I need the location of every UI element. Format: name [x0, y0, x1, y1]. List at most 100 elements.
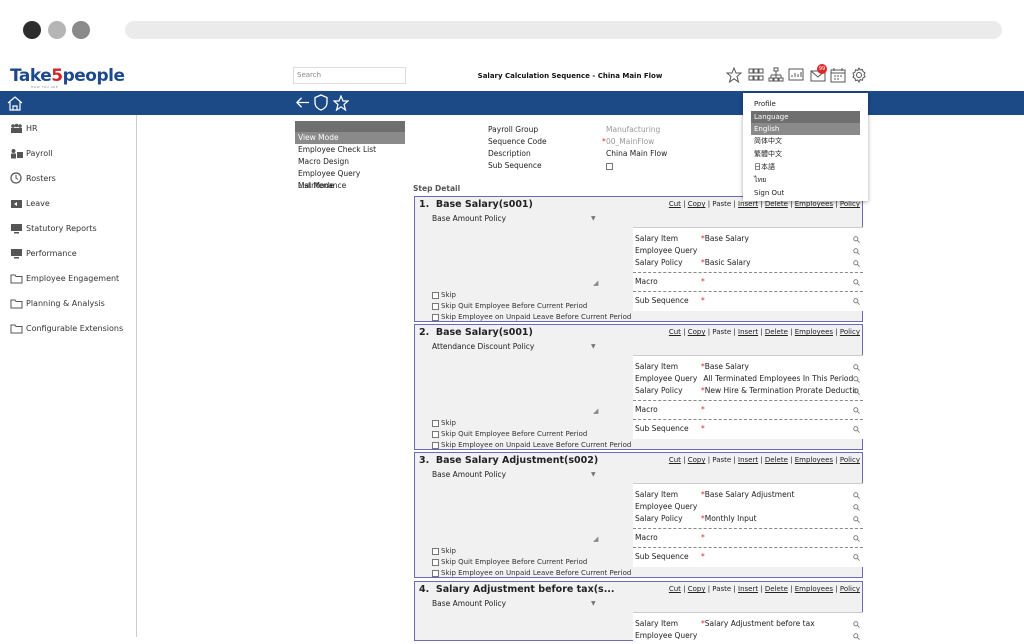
search-icon[interactable] [853, 387, 860, 399]
skip-checkbox[interactable]: Skip [432, 418, 631, 429]
menu-item-sign-out[interactable]: Sign Out [751, 187, 860, 199]
step-link-cut[interactable]: Cut [669, 200, 681, 208]
step-link-employees[interactable]: Employees [795, 200, 833, 208]
search-icon[interactable] [853, 406, 860, 418]
step-link-policy[interactable]: Policy [840, 585, 860, 593]
resize-handle-icon[interactable]: ◢ [593, 535, 598, 543]
salary-item-value[interactable]: Base Salary [705, 234, 749, 243]
menu-item-employee-query-maintenance[interactable]: Employee Query Maintenance [295, 168, 405, 190]
step-link-delete[interactable]: Delete [765, 200, 788, 208]
menu-item-traditional-chinese[interactable]: 繁體中文 [751, 148, 860, 160]
step-link-delete[interactable]: Delete [765, 456, 788, 464]
search-icon[interactable] [853, 515, 860, 527]
policy-select[interactable]: Base Amount Policy [432, 214, 506, 223]
favorite-star-icon[interactable] [333, 95, 349, 111]
sidebar-item-leave[interactable]: Leave [10, 196, 50, 210]
search-icon[interactable] [853, 553, 860, 565]
sidebar-item-planning-analysis[interactable]: Planning & Analysis [10, 296, 105, 310]
skip-unpaid-checkbox[interactable]: Skip Employee on Unpaid Leave Before Cur… [432, 312, 631, 323]
salary-policy-value[interactable]: Monthly Input [705, 514, 757, 523]
salary-policy-value[interactable]: Basic Salary [705, 258, 751, 267]
sidebar-item-rosters[interactable]: Rosters [10, 171, 56, 185]
search-icon[interactable] [853, 534, 860, 546]
menu-item-list-mode[interactable]: List Mode [295, 180, 405, 192]
sidebar-item-configurable-extensions[interactable]: Configurable Extensions [10, 321, 123, 335]
search-icon[interactable] [853, 259, 860, 271]
salary-item-value[interactable]: Base Salary [705, 362, 749, 371]
search-icon[interactable] [853, 425, 860, 437]
shield-icon[interactable] [313, 94, 329, 111]
step-link-policy[interactable]: Policy [840, 200, 860, 208]
sidebar-item-payroll[interactable]: Payroll [10, 146, 53, 160]
policy-select[interactable]: Attendance Discount Policy [432, 342, 534, 351]
step-link-cut[interactable]: Cut [669, 585, 681, 593]
menu-item-profile[interactable]: Profile [751, 98, 860, 110]
menu-item-view-mode[interactable]: View Mode [295, 132, 405, 144]
step-link-employees[interactable]: Employees [795, 456, 833, 464]
window-close-dot[interactable] [23, 21, 41, 39]
step-link-paste[interactable]: Paste [712, 328, 731, 336]
search-icon[interactable] [853, 278, 860, 290]
skip-quit-checkbox[interactable]: Skip Quit Employee Before Current Period [432, 557, 631, 568]
description-field[interactable]: China Main Flow [606, 148, 667, 160]
report-icon[interactable] [788, 67, 804, 83]
step-link-policy[interactable]: Policy [840, 456, 860, 464]
step-link-paste[interactable]: Paste [712, 585, 731, 593]
sidebar-item-performance[interactable]: Performance [10, 246, 77, 260]
chevron-down-icon[interactable]: ▼ [591, 215, 596, 222]
step-link-employees[interactable]: Employees [795, 328, 833, 336]
skip-checkbox[interactable]: Skip [432, 546, 631, 557]
window-maximize-dot[interactable] [72, 21, 90, 39]
skip-checkbox[interactable]: Skip [432, 290, 631, 301]
step-link-cut[interactable]: Cut [669, 328, 681, 336]
search-icon[interactable] [853, 632, 860, 644]
calendar-icon[interactable] [830, 67, 846, 83]
menu-item-macro-design[interactable]: Macro Design [295, 156, 405, 168]
step-link-copy[interactable]: Copy [688, 328, 706, 336]
step-link-copy[interactable]: Copy [688, 200, 706, 208]
skip-unpaid-checkbox[interactable]: Skip Employee on Unpaid Leave Before Cur… [432, 440, 631, 451]
gear-icon[interactable] [851, 67, 867, 83]
resize-handle-icon[interactable]: ◢ [593, 279, 598, 287]
grid-icon[interactable] [748, 67, 764, 83]
salary-item-value[interactable]: Salary Adjustment before tax [705, 619, 815, 628]
step-link-employees[interactable]: Employees [795, 585, 833, 593]
search-input[interactable]: Search [293, 67, 406, 84]
sidebar-item-statutory-reports[interactable]: Statutory Reports [10, 221, 97, 235]
step-link-insert[interactable]: Insert [738, 585, 758, 593]
salary-policy-value[interactable]: New Hire & Termination Prorate Deductio [705, 386, 859, 395]
sequence-code-field[interactable]: 00_MainFlow [606, 136, 654, 148]
step-link-insert[interactable]: Insert [738, 328, 758, 336]
step-link-policy[interactable]: Policy [840, 328, 860, 336]
menu-item-simplified-chinese[interactable]: 简体中文 [751, 135, 860, 147]
skip-quit-checkbox[interactable]: Skip Quit Employee Before Current Period [432, 301, 631, 312]
org-chart-icon[interactable] [768, 67, 784, 83]
back-arrow-icon[interactable] [295, 95, 310, 110]
sidebar-item-hr[interactable]: HR [10, 121, 38, 135]
step-link-insert[interactable]: Insert [738, 200, 758, 208]
chevron-down-icon[interactable]: ▼ [591, 600, 596, 607]
search-icon[interactable] [853, 297, 860, 309]
window-minimize-dot[interactable] [48, 21, 66, 39]
step-link-delete[interactable]: Delete [765, 585, 788, 593]
menu-item-thai[interactable]: ไทย [751, 174, 860, 186]
home-icon[interactable] [7, 95, 23, 111]
chevron-down-icon[interactable]: ▼ [591, 471, 596, 478]
resize-handle-icon[interactable]: ◢ [593, 407, 598, 415]
chevron-down-icon[interactable]: ▼ [591, 343, 596, 350]
sidebar-item-employee-engagement[interactable]: Employee Engagement [10, 271, 119, 285]
step-link-insert[interactable]: Insert [738, 456, 758, 464]
menu-item-language[interactable]: Language [751, 111, 860, 123]
sub-sequence-checkbox[interactable] [606, 162, 613, 174]
step-link-copy[interactable]: Copy [688, 456, 706, 464]
address-bar[interactable] [125, 21, 1002, 39]
menu-item-employee-check-list[interactable]: Employee Check List [295, 144, 405, 156]
salary-item-value[interactable]: Base Salary Adjustment [705, 490, 795, 499]
skip-unpaid-checkbox[interactable]: Skip Employee on Unpaid Leave Before Cur… [432, 568, 631, 579]
step-link-delete[interactable]: Delete [765, 328, 788, 336]
menu-item-english[interactable]: English [751, 123, 860, 135]
step-link-paste[interactable]: Paste [712, 456, 731, 464]
policy-select[interactable]: Base Amount Policy [432, 470, 506, 479]
step-link-copy[interactable]: Copy [688, 585, 706, 593]
menu-item-japanese[interactable]: 日本語 [751, 161, 860, 173]
